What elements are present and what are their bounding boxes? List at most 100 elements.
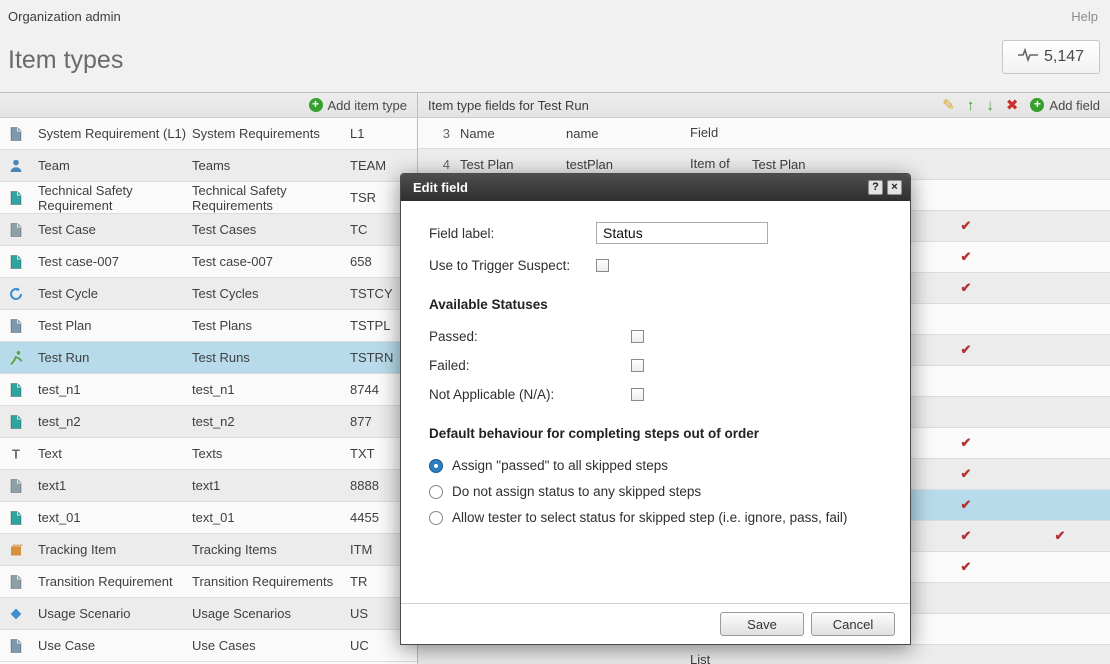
required-check-icon: ✔ xyxy=(922,528,1010,544)
failed-checkbox[interactable] xyxy=(631,359,644,372)
cycle-icon xyxy=(8,286,38,302)
field-row[interactable]: 3NamenameField xyxy=(418,118,1110,149)
default-behaviour-heading: Default behaviour for completing steps o… xyxy=(429,426,890,441)
required-check-icon: ✔ xyxy=(922,497,1010,513)
save-button[interactable]: Save xyxy=(720,612,804,636)
item-type-plural: Texts xyxy=(192,446,350,461)
pencil-icon[interactable]: ✎ xyxy=(942,98,955,113)
delete-icon[interactable]: ✖ xyxy=(1006,98,1019,113)
radio-option: Do not assign status to any skipped step… xyxy=(429,484,890,499)
item-type-name: Test Case xyxy=(38,222,192,237)
item-type-name: Transition Requirement xyxy=(38,574,192,589)
radio-label: Assign "passed" to all skipped steps xyxy=(452,458,668,473)
item-type-row[interactable]: Test CaseTest CasesTC xyxy=(0,214,417,246)
radio-button[interactable] xyxy=(429,485,443,499)
help-link[interactable]: Help xyxy=(1071,9,1098,24)
item-type-plural: test_n2 xyxy=(192,414,350,429)
required-check-icon: ✔ xyxy=(922,218,1010,234)
activity-stat[interactable]: 5,147 xyxy=(1002,40,1100,74)
item-type-row[interactable]: Test PlanTest PlansTSTPL xyxy=(0,310,417,342)
add-field-button[interactable]: + Add field xyxy=(1030,98,1100,113)
radio-option: Assign "passed" to all skipped steps xyxy=(429,458,890,473)
item-type-row[interactable]: Test RunTest RunsTSTRN xyxy=(0,342,417,374)
item-type-plural: Test case-007 xyxy=(192,254,350,269)
item-type-plural: test_n1 xyxy=(192,382,350,397)
field-label: Name xyxy=(460,126,566,141)
modal-titlebar[interactable]: Edit field ? × xyxy=(401,174,910,201)
cancel-button[interactable]: Cancel xyxy=(811,612,895,636)
document-icon xyxy=(8,382,38,398)
item-type-plural: text_01 xyxy=(192,510,350,525)
item-type-plural: Test Runs xyxy=(192,350,350,365)
item-type-name: test_n1 xyxy=(38,382,192,397)
move-up-icon[interactable]: ↑ xyxy=(967,98,975,113)
failed-label: Failed: xyxy=(429,358,631,373)
field-name: name xyxy=(566,126,690,141)
required-check-icon: ✔ xyxy=(922,435,1010,451)
item-type-row[interactable]: Tracking ItemTracking ItemsITM xyxy=(0,534,417,566)
item-type-row[interactable]: Transition RequirementTransition Require… xyxy=(0,566,417,598)
field-order: 4 xyxy=(426,157,460,172)
item-type-row[interactable]: Technical Safety RequirementTechnical Sa… xyxy=(0,182,417,214)
document-icon xyxy=(8,574,38,590)
item-type-row[interactable]: test_n2test_n2877 xyxy=(0,406,417,438)
radio-button[interactable] xyxy=(429,459,443,473)
item-type-plural: Teams xyxy=(192,158,350,173)
item-type-row[interactable]: Use CaseUse CasesUC xyxy=(0,630,417,662)
item-type-row[interactable]: text_01text_014455 xyxy=(0,502,417,534)
field-order: 3 xyxy=(426,126,460,141)
item-type-plural: Usage Scenarios xyxy=(192,606,350,621)
field-label-label: Field label: xyxy=(429,226,596,241)
required-check-icon: ✔ xyxy=(922,559,1010,575)
add-item-type-button[interactable]: + Add item type xyxy=(309,98,408,113)
add-icon: + xyxy=(309,98,323,112)
item-type-name: Use Case xyxy=(38,638,192,653)
item-type-row[interactable]: Usage ScenarioUsage ScenariosUS xyxy=(0,598,417,630)
field-row[interactable]: List xyxy=(418,645,1110,664)
close-icon[interactable]: × xyxy=(887,180,902,195)
item-type-plural: Test Cases xyxy=(192,222,350,237)
item-type-plural: Technical Safety Requirements xyxy=(192,183,350,213)
not-applicable-checkbox[interactable] xyxy=(631,388,644,401)
pulse-icon xyxy=(1018,48,1038,67)
field-label: Test Plan xyxy=(460,157,566,172)
passed-checkbox[interactable] xyxy=(631,330,644,343)
item-type-name: text_01 xyxy=(38,510,192,525)
item-type-row[interactable]: Test case-007Test case-007658 xyxy=(0,246,417,278)
item-type-row[interactable]: test_n1test_n18744 xyxy=(0,374,417,406)
item-type-table: System Requirement (L1)System Requiremen… xyxy=(0,118,417,664)
add-field-label: Add field xyxy=(1049,98,1100,113)
item-type-code: L1 xyxy=(350,126,417,141)
fields-header: Item type fields for Test Run ✎ ↑ ↓ ✖ + … xyxy=(418,93,1110,118)
document-icon xyxy=(8,478,38,494)
document-icon xyxy=(8,190,38,206)
item-type-row[interactable]: text1text18888 xyxy=(0,470,417,502)
app-title: Organization admin xyxy=(8,9,121,24)
item-types-header: + Add item type xyxy=(0,93,417,118)
activity-count: 5,147 xyxy=(1044,48,1084,66)
move-down-icon[interactable]: ↓ xyxy=(986,98,994,113)
item-type-plural: Test Plans xyxy=(192,318,350,333)
trigger-suspect-checkbox[interactable] xyxy=(596,259,609,272)
modal-body: Field label: Use to Trigger Suspect: Ava… xyxy=(401,201,910,644)
item-type-row[interactable]: Test CycleTest CyclesTSTCY xyxy=(0,278,417,310)
item-type-plural: Transition Requirements xyxy=(192,574,350,589)
field-type: Field xyxy=(690,126,752,140)
help-icon[interactable]: ? xyxy=(868,180,883,195)
add-item-type-label: Add item type xyxy=(328,98,408,113)
item-type-name: Technical Safety Requirement xyxy=(38,183,192,213)
item-type-row[interactable]: TTextTextsTXT xyxy=(0,438,417,470)
item-type-name: text1 xyxy=(38,478,192,493)
page-title: Item types xyxy=(0,32,1110,75)
required-check-icon: ✔ xyxy=(922,342,1010,358)
item-type-name: Team xyxy=(38,158,192,173)
item-type-row[interactable]: System Requirement (L1)System Requiremen… xyxy=(0,118,417,150)
radio-button[interactable] xyxy=(429,511,443,525)
field-label-input[interactable] xyxy=(596,222,768,244)
item-type-name: Test case-007 xyxy=(38,254,192,269)
required-check2-icon: ✔ xyxy=(1010,528,1110,544)
fields-toolbar: ✎ ↑ ↓ ✖ + Add field xyxy=(942,98,1100,113)
item-type-row[interactable]: TeamTeamsTEAM xyxy=(0,150,417,182)
passed-label: Passed: xyxy=(429,329,631,344)
modal-footer: Save Cancel xyxy=(401,603,910,644)
